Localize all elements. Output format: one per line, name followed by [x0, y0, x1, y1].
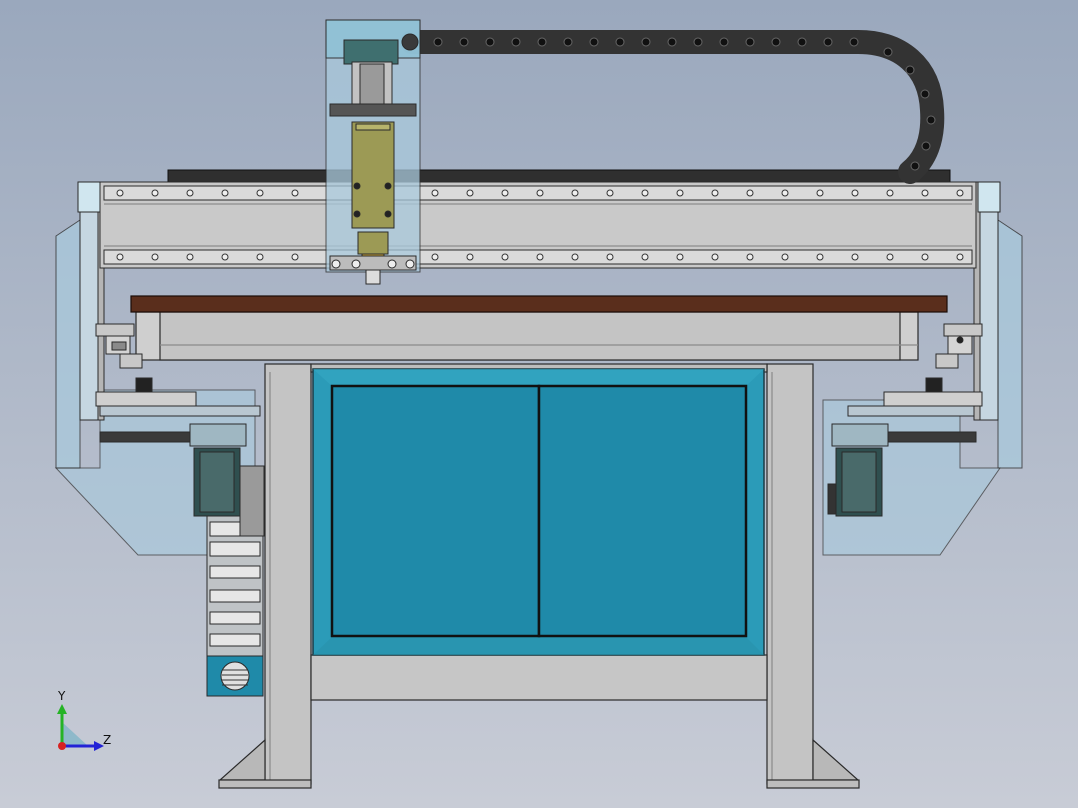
- cnc-router-drawing: Y Z: [0, 0, 1078, 808]
- gantry-back-strip: [167, 169, 951, 183]
- chain-link: [921, 141, 931, 151]
- chain-link: [920, 89, 930, 99]
- left-leg: [264, 363, 312, 785]
- rail-bolt: [851, 253, 859, 261]
- chain-link: [849, 37, 859, 47]
- chain-link: [926, 115, 936, 125]
- chain-link: [433, 37, 443, 47]
- rail-bolt: [921, 253, 929, 261]
- rail-bolt: [746, 253, 754, 261]
- rail-bolt: [116, 189, 124, 197]
- rail-bolt: [921, 189, 929, 197]
- rail-bolt: [431, 189, 439, 197]
- rail-bolt: [956, 253, 964, 261]
- axis-y-label: Y: [57, 689, 66, 703]
- rail-bolt: [886, 189, 894, 197]
- lower-crossbar: [310, 654, 768, 701]
- right-foot: [766, 779, 860, 789]
- rail-bolt: [606, 253, 614, 261]
- rail-bolt: [221, 253, 229, 261]
- rail-bolt: [571, 189, 579, 197]
- chain-link: [905, 65, 915, 75]
- rail-bolt: [501, 253, 509, 261]
- chain-link: [589, 37, 599, 47]
- chain-link: [459, 37, 469, 47]
- cad-viewport[interactable]: Y Z: [0, 0, 1078, 808]
- rail-bolt: [431, 253, 439, 261]
- chain-link: [910, 161, 920, 171]
- rail-bolt: [746, 189, 754, 197]
- rail-bolt: [291, 189, 299, 197]
- panel-door-left[interactable]: [330, 384, 541, 638]
- spindle-carriage[interactable]: [325, 19, 421, 285]
- rail-bolt: [851, 189, 859, 197]
- rail-bolt: [221, 189, 229, 197]
- control-panel[interactable]: [312, 368, 765, 656]
- rail-bolt: [606, 189, 614, 197]
- rail-bolt: [711, 189, 719, 197]
- chain-link: [693, 37, 703, 47]
- right-leg: [766, 363, 814, 785]
- chain-link: [563, 37, 573, 47]
- rail-bolt: [816, 189, 824, 197]
- rail-bolt: [641, 189, 649, 197]
- rail-bolt: [886, 253, 894, 261]
- chain-link: [745, 37, 755, 47]
- chain-link: [615, 37, 625, 47]
- panel-door-right[interactable]: [537, 384, 748, 638]
- chain-link: [485, 37, 495, 47]
- rail-bolt: [466, 253, 474, 261]
- chain-link: [537, 37, 547, 47]
- rail-bolt: [501, 189, 509, 197]
- rail-bolt: [291, 253, 299, 261]
- rail-bolt: [256, 189, 264, 197]
- rail-bolt: [781, 253, 789, 261]
- chain-link: [667, 37, 677, 47]
- rail-bolt: [781, 189, 789, 197]
- rail-bolt: [151, 253, 159, 261]
- rail-bolt: [536, 189, 544, 197]
- chain-link: [883, 47, 893, 57]
- rail-bolt: [116, 253, 124, 261]
- chain-link: [641, 37, 651, 47]
- wood-table-top: [130, 295, 948, 313]
- chain-link: [511, 37, 521, 47]
- rail-bolt: [151, 189, 159, 197]
- fan-icon: [220, 661, 250, 691]
- rail-bolt: [571, 253, 579, 261]
- axis-z-label: Z: [103, 733, 111, 747]
- chain-link: [797, 37, 807, 47]
- rail-bolt: [711, 253, 719, 261]
- axis-x-icon: [58, 742, 66, 750]
- chain-link: [719, 37, 729, 47]
- rail-bolt: [186, 189, 194, 197]
- rail-bolt: [641, 253, 649, 261]
- chain-link: [771, 37, 781, 47]
- left-foot: [218, 779, 312, 789]
- rail-bolt: [466, 189, 474, 197]
- gantry-beam[interactable]: [99, 181, 977, 269]
- rail-bolt: [186, 253, 194, 261]
- rail-bolt: [816, 253, 824, 261]
- rail-bolt: [956, 189, 964, 197]
- rail-bolt: [676, 253, 684, 261]
- table-body: [135, 311, 919, 361]
- rail-bolt: [256, 253, 264, 261]
- rail-bolt: [676, 189, 684, 197]
- rail-bolt: [536, 253, 544, 261]
- chain-link: [823, 37, 833, 47]
